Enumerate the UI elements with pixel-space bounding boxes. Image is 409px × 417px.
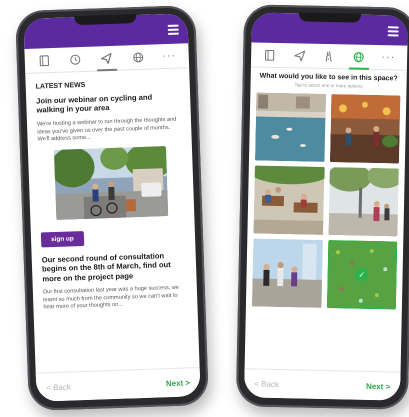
news-feed: LATEST NEWS Join our webinar on cycling …: [25, 68, 197, 312]
outdoor-seating-photo: [253, 165, 325, 235]
news-screen: ··· LATEST NEWS Join our webinar on cycl…: [23, 13, 201, 402]
tab-book[interactable]: [259, 45, 281, 65]
tab-bar: ···: [250, 42, 408, 71]
community-event-photo: [251, 238, 323, 308]
tab-book[interactable]: [33, 50, 56, 71]
send-icon: [101, 52, 112, 64]
nav-footer: < Back Next >: [243, 368, 401, 401]
send-icon: [294, 50, 306, 61]
tab-road[interactable]: [318, 46, 340, 66]
hamburger-menu-icon[interactable]: [387, 26, 399, 37]
tab-send[interactable]: [288, 45, 310, 65]
article-body-consultation: Our first consultation last year was a h…: [42, 284, 180, 311]
waterfront-photo: [254, 92, 326, 162]
tab-clock[interactable]: [64, 49, 87, 70]
tab-globe[interactable]: [348, 46, 370, 66]
globe-icon: [353, 51, 364, 62]
nav-footer: < Back Next >: [35, 367, 201, 402]
option-tile-market[interactable]: [329, 94, 401, 164]
tab-more[interactable]: ···: [377, 47, 399, 67]
phone-right: ··· What would you like to see in this s…: [235, 4, 409, 410]
tab-send[interactable]: [95, 48, 118, 69]
clock-icon: [70, 54, 81, 65]
next-label: Next: [365, 381, 384, 391]
article-body-webinar: We're hosting a webinar to run through t…: [36, 116, 177, 143]
book-icon: [265, 49, 275, 61]
article-title-consultation[interactable]: Our second round of consultation begins …: [42, 250, 187, 283]
more-icon: ···: [381, 51, 396, 64]
book-icon: [39, 54, 50, 66]
survey-screen: ··· What would you like to see in this s…: [243, 12, 409, 401]
article-title-webinar[interactable]: Join our webinar on cycling and walking …: [36, 92, 181, 116]
next-button[interactable]: Next >: [366, 381, 390, 391]
tab-globe[interactable]: [127, 47, 150, 68]
back-label: Back: [261, 379, 280, 389]
next-button[interactable]: Next >: [166, 378, 191, 388]
next-label: Next: [165, 378, 184, 388]
back-button[interactable]: < Back: [254, 379, 279, 389]
more-icon: ···: [161, 49, 177, 63]
option-tile-pedestrian-street[interactable]: [327, 167, 399, 237]
option-tile-wildflower-meadow[interactable]: ✓: [326, 240, 398, 310]
back-button[interactable]: < Back: [46, 382, 71, 392]
hamburger-menu-icon[interactable]: [167, 24, 179, 35]
pedestrian-street-photo: [327, 167, 399, 237]
option-grid: ✓: [246, 92, 406, 310]
option-tile-outdoor-seating[interactable]: [253, 165, 325, 235]
option-tile-community-event[interactable]: [251, 238, 323, 308]
back-label: Back: [52, 382, 72, 392]
phone-notch: [298, 12, 362, 23]
road-icon: [326, 51, 333, 62]
street-market-photo: [329, 94, 401, 164]
section-heading: LATEST NEWS: [35, 81, 86, 91]
tab-more[interactable]: ···: [158, 46, 181, 67]
option-tile-waterfront[interactable]: [254, 92, 326, 162]
globe-icon: [132, 52, 143, 63]
survey-hint: Tap to select one or more options: [294, 82, 363, 89]
signup-button[interactable]: sign up: [40, 230, 85, 248]
cyclists-photo: [53, 145, 169, 220]
phone-left: ··· LATEST NEWS Join our webinar on cycl…: [15, 4, 209, 412]
